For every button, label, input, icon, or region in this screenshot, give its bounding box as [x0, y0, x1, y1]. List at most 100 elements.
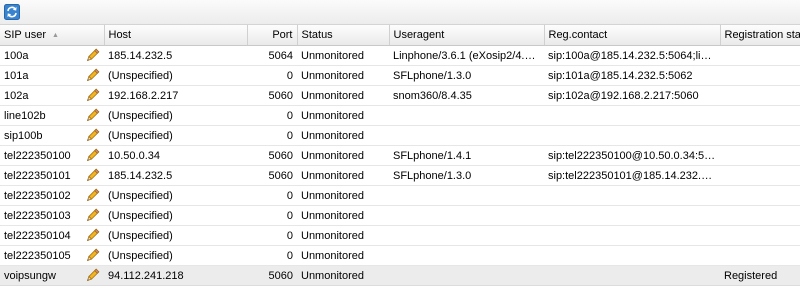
reg-contact-cell — [544, 105, 720, 126]
host-cell: (Unspecified) — [104, 205, 247, 226]
column-header-sip-user[interactable]: SIP user ▲ — [0, 25, 105, 46]
edit-pencil-icon[interactable] — [85, 88, 100, 103]
port-cell: 5060 — [247, 85, 297, 106]
status-cell: Unmonitored — [297, 125, 389, 146]
status-cell: Unmonitored — [297, 145, 389, 166]
registration-status-cell — [720, 85, 800, 106]
host-cell: (Unspecified) — [104, 65, 247, 86]
edit-pencil-icon[interactable] — [85, 248, 100, 263]
reg-contact-cell: sip:100a@185.14.232.5:5064;line=5... — [544, 45, 720, 66]
table-row[interactable]: tel222350103 (Unspecified) 0 Unmonitored — [0, 205, 800, 226]
table-row[interactable]: voipsungw 94.112.241.218 5060 Unmonitored Re… — [0, 265, 800, 286]
port-cell: 5060 — [247, 265, 297, 286]
host-cell: 185.14.232.5 — [104, 165, 247, 186]
sip-user-cell: tel222350102 — [0, 185, 104, 206]
sip-user-cell: 101a — [0, 65, 104, 86]
port-cell: 5060 — [247, 145, 297, 166]
registration-status-cell — [720, 125, 800, 146]
column-header-status[interactable]: Status — [297, 25, 390, 46]
sip-user-cell: tel222350101 — [0, 165, 104, 186]
table-row[interactable]: line102b (Unspecified) 0 Unmonitored — [0, 105, 800, 126]
useragent-cell: snom360/8.4.35 — [389, 85, 544, 106]
edit-pencil-icon[interactable] — [85, 68, 100, 83]
table-row[interactable]: sip100b (Unspecified) 0 Unmonitored — [0, 125, 800, 146]
reg-contact-cell: sip:102a@192.168.2.217:5060 — [544, 85, 720, 106]
useragent-cell: Linphone/3.6.1 (eXosip2/4.0.0) — [389, 45, 544, 66]
useragent-cell — [389, 205, 544, 226]
status-cell: Unmonitored — [297, 205, 389, 226]
sip-user-cell: tel222350104 — [0, 225, 104, 246]
edit-pencil-icon[interactable] — [85, 148, 100, 163]
useragent-cell — [389, 185, 544, 206]
sip-user-cell: 102a — [0, 85, 104, 106]
edit-pencil-icon[interactable] — [85, 268, 100, 283]
useragent-cell: SFLphone/1.4.1 — [389, 145, 544, 166]
edit-pencil-icon[interactable] — [85, 168, 100, 183]
registration-status-cell — [720, 225, 800, 246]
port-cell: 5060 — [247, 165, 297, 186]
port-cell: 0 — [247, 225, 297, 246]
registration-status-cell — [720, 185, 800, 206]
useragent-cell: SFLphone/1.3.0 — [389, 65, 544, 86]
useragent-cell — [389, 105, 544, 126]
reg-contact-cell: sip:tel222350100@10.50.0.34:5060 — [544, 145, 720, 166]
host-cell: 185.14.232.5 — [104, 45, 247, 66]
column-header-useragent[interactable]: Useragent — [389, 25, 545, 46]
table-row[interactable]: tel222350102 (Unspecified) 0 Unmonitored — [0, 185, 800, 206]
edit-pencil-icon[interactable] — [85, 48, 100, 63]
table-row[interactable]: 102a 192.168.2.217 5060 Unmonitored snom360/… — [0, 85, 800, 106]
registration-status-cell — [720, 245, 800, 266]
edit-pencil-icon[interactable] — [85, 208, 100, 223]
edit-pencil-icon[interactable] — [85, 108, 100, 123]
port-cell: 0 — [247, 105, 297, 126]
table-row[interactable]: tel222350100 10.50.0.34 5060 Unmonitored SFL… — [0, 145, 800, 166]
table-header-row: SIP user ▲ Host Port Status Useragent Reg… — [0, 25, 800, 46]
table-row[interactable]: tel222350101 185.14.232.5 5060 Unmonitored S… — [0, 165, 800, 186]
reg-contact-cell — [544, 265, 720, 286]
port-cell: 5064 — [247, 45, 297, 66]
reg-contact-cell — [544, 225, 720, 246]
table-row[interactable]: tel222350104 (Unspecified) 0 Unmonitored — [0, 225, 800, 246]
sip-user-cell: tel222350103 — [0, 205, 104, 226]
toolbar — [0, 0, 800, 25]
registration-status-cell — [720, 65, 800, 86]
table-row[interactable]: tel222350105 (Unspecified) 0 Unmonitored — [0, 245, 800, 266]
edit-pencil-icon[interactable] — [85, 188, 100, 203]
sip-user-cell: voipsungw — [0, 265, 104, 286]
status-cell: Unmonitored — [297, 105, 389, 126]
useragent-cell — [389, 125, 544, 146]
status-cell: Unmonitored — [297, 185, 389, 206]
useragent-cell — [389, 245, 544, 266]
reg-contact-cell: sip:tel222350101@185.14.232.5:5060 — [544, 165, 720, 186]
edit-pencil-icon[interactable] — [85, 228, 100, 243]
refresh-icon[interactable] — [4, 4, 20, 20]
status-cell: Unmonitored — [297, 85, 389, 106]
sip-users-table: SIP user ▲ Host Port Status Useragent Reg… — [0, 25, 800, 286]
status-cell: Unmonitored — [297, 165, 389, 186]
status-cell: Unmonitored — [297, 245, 389, 266]
registration-status-cell — [720, 105, 800, 126]
registration-status-cell — [720, 145, 800, 166]
sip-user-cell: 100a — [0, 45, 104, 66]
port-cell: 0 — [247, 125, 297, 146]
edit-pencil-icon[interactable] — [85, 128, 100, 143]
table-row[interactable]: 100a 185.14.232.5 5064 Unmonitored Linphone/… — [0, 45, 800, 66]
column-header-label: SIP user — [4, 29, 46, 41]
table-row[interactable]: 101a (Unspecified) 0 Unmonitored SFLphone/1.… — [0, 65, 800, 86]
useragent-cell — [389, 225, 544, 246]
status-cell: Unmonitored — [297, 265, 389, 286]
host-cell: (Unspecified) — [104, 185, 247, 206]
host-cell: 94.112.241.218 — [104, 265, 247, 286]
sip-user-cell: tel222350100 — [0, 145, 104, 166]
host-cell: (Unspecified) — [104, 125, 247, 146]
column-header-host[interactable]: Host — [104, 25, 248, 46]
status-cell: Unmonitored — [297, 225, 389, 246]
column-header-reg-contact[interactable]: Reg.contact — [544, 25, 721, 46]
host-cell: (Unspecified) — [104, 225, 247, 246]
host-cell: 192.168.2.217 — [104, 85, 247, 106]
column-header-port[interactable]: Port — [247, 25, 298, 46]
port-cell: 0 — [247, 185, 297, 206]
reg-contact-cell — [544, 185, 720, 206]
port-cell: 0 — [247, 245, 297, 266]
column-header-registration-status[interactable]: Registration status — [720, 25, 800, 46]
